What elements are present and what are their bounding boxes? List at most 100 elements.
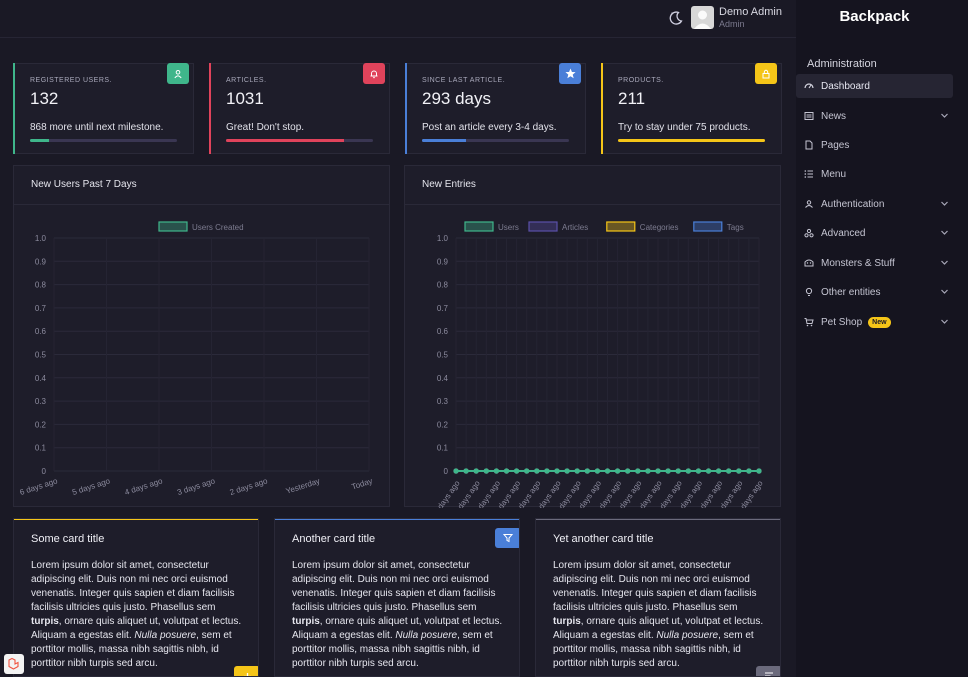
data-point: [514, 468, 520, 474]
y-tick-label: 0.5: [35, 351, 47, 360]
card-text: Lorem ipsum dolor sit amet, consectetur …: [292, 560, 496, 613]
data-point: [625, 468, 631, 474]
data-point: [564, 468, 570, 474]
stat-label: ARTICLES.: [226, 77, 267, 84]
y-tick-label: 0.1: [437, 444, 449, 453]
data-point: [493, 468, 499, 474]
new-entries-chart: 1.00.90.80.70.60.50.40.30.20.1030 days a…: [429, 221, 765, 508]
y-tick-label: 0.1: [35, 444, 47, 453]
data-point: [705, 468, 712, 474]
data-point: [736, 468, 742, 474]
sidebar-item-menu[interactable]: Menu: [796, 162, 953, 186]
legend-label: Categories: [640, 223, 679, 232]
y-tick-label: 0.7: [437, 304, 449, 313]
y-tick-label: 0.3: [35, 397, 47, 406]
filter-icon[interactable]: [495, 528, 519, 548]
stat-accent: [405, 63, 407, 154]
users-icon: [804, 199, 814, 209]
data-point: [685, 468, 691, 474]
chevron-down-icon: [941, 260, 948, 265]
data-point: [675, 468, 681, 474]
cogs-icon: [804, 228, 814, 238]
data-point: [473, 468, 479, 474]
y-tick-label: 0.8: [437, 281, 449, 290]
newspaper-icon: [804, 111, 814, 121]
progress-bar: [30, 139, 177, 142]
y-tick-label: 0.5: [437, 351, 449, 360]
card-body: Lorem ipsum dolor sit amet, consectetur …: [553, 559, 768, 671]
y-tick-label: 0.6: [437, 327, 449, 336]
dashboard-icon: [804, 81, 814, 91]
y-tick-label: 0.7: [35, 304, 47, 313]
sidebar-item-news[interactable]: News: [796, 104, 953, 128]
data-point: [524, 468, 530, 474]
avatar[interactable]: [691, 6, 714, 29]
x-tick-label: 4 days ago: [124, 476, 165, 497]
sidebar-item-label: Pet Shop: [821, 316, 863, 328]
y-tick-label: 0: [42, 467, 47, 476]
data-point: [716, 468, 722, 474]
sidebar-item-pages[interactable]: Pages: [796, 133, 953, 157]
stat-card-articles: ARTICLES. 1031 Great! Don't stop.: [209, 63, 390, 154]
y-tick-label: 0: [444, 467, 449, 476]
sidebar-item-authentication[interactable]: Authentication: [796, 192, 953, 216]
brand-logo[interactable]: Backpack: [796, 8, 953, 25]
data-point: [756, 468, 762, 474]
sidebar-item-label: Advanced: [821, 227, 866, 239]
stat-value: 211: [618, 89, 646, 108]
data-point: [503, 468, 510, 474]
card-body: Lorem ipsum dolor sit amet, consectetur …: [292, 559, 507, 671]
laravel-logo-icon[interactable]: [4, 654, 24, 674]
y-tick-label: 0.2: [437, 420, 449, 429]
data-point: [453, 468, 459, 474]
legend-swatch: [464, 221, 494, 232]
data-point: [534, 468, 540, 474]
stat-card-users: REGISTERED USERS. 132 868 more until nex…: [13, 63, 194, 154]
sidebar-section-heading: Administration: [807, 58, 877, 70]
y-tick-label: 0.2: [35, 420, 47, 429]
stat-value: 1031: [226, 89, 264, 108]
sidebar-item-label: Authentication: [821, 198, 885, 210]
sidebar-item-label: Menu: [821, 168, 847, 180]
legend-swatch: [606, 221, 636, 232]
user-name[interactable]: Demo Admin: [719, 6, 782, 18]
data-point: [695, 468, 701, 474]
sidebar-item-other-entities[interactable]: Other entities: [796, 280, 953, 304]
sidebar-item-pet-shop[interactable]: Pet Shop New: [796, 310, 953, 334]
sort-icon[interactable]: [756, 666, 780, 676]
sidebar-item-dashboard[interactable]: Dashboard: [796, 74, 953, 98]
y-tick-label: 0.6: [35, 327, 47, 336]
legend-label: Tags: [727, 223, 744, 232]
lightbulb-icon: [804, 287, 814, 297]
stat-value: 132: [30, 89, 59, 108]
stat-description: Great! Don't stop.: [226, 122, 305, 133]
sidebar-item-monsters[interactable]: Monsters & Stuff: [796, 251, 953, 275]
text-card-1: Some card title Lorem ipsum dolor sit am…: [13, 518, 259, 677]
x-tick-label: 3 days ago: [176, 476, 217, 497]
x-tick-label: Today: [351, 476, 374, 491]
chevron-down-icon: [941, 230, 948, 235]
moon-icon[interactable]: [668, 10, 684, 26]
data-point: [726, 468, 732, 474]
card-accent: [275, 519, 519, 520]
x-tick-label: Yesterday: [285, 476, 321, 495]
legend-label: Articles: [562, 223, 588, 232]
card-italic-text: Nulla posuere: [395, 630, 458, 641]
new-badge: New: [868, 316, 891, 328]
data-point: [594, 468, 600, 474]
plus-icon[interactable]: [234, 666, 258, 676]
data-point: [604, 468, 611, 474]
sidebar-item-label: Pages: [821, 139, 850, 151]
chevron-down-icon: [941, 289, 948, 294]
sidebar-item-advanced[interactable]: Advanced: [796, 221, 953, 245]
progress-fill: [422, 139, 467, 142]
stat-label: SINCE LAST ARTICLE.: [422, 77, 506, 84]
card-italic-text: Nulla posuere: [656, 630, 719, 641]
stat-label: PRODUCTS.: [618, 77, 664, 84]
stat-accent: [601, 63, 603, 154]
y-tick-label: 0.9: [35, 257, 47, 266]
progress-fill: [30, 139, 50, 142]
data-point: [655, 468, 661, 474]
chevron-down-icon: [941, 113, 948, 118]
chart-card-new-entries: New Entries 1.0 0.9 0.8 0.7 0.6 0.5 0.4 0.3 0.2 0…: [404, 165, 781, 508]
